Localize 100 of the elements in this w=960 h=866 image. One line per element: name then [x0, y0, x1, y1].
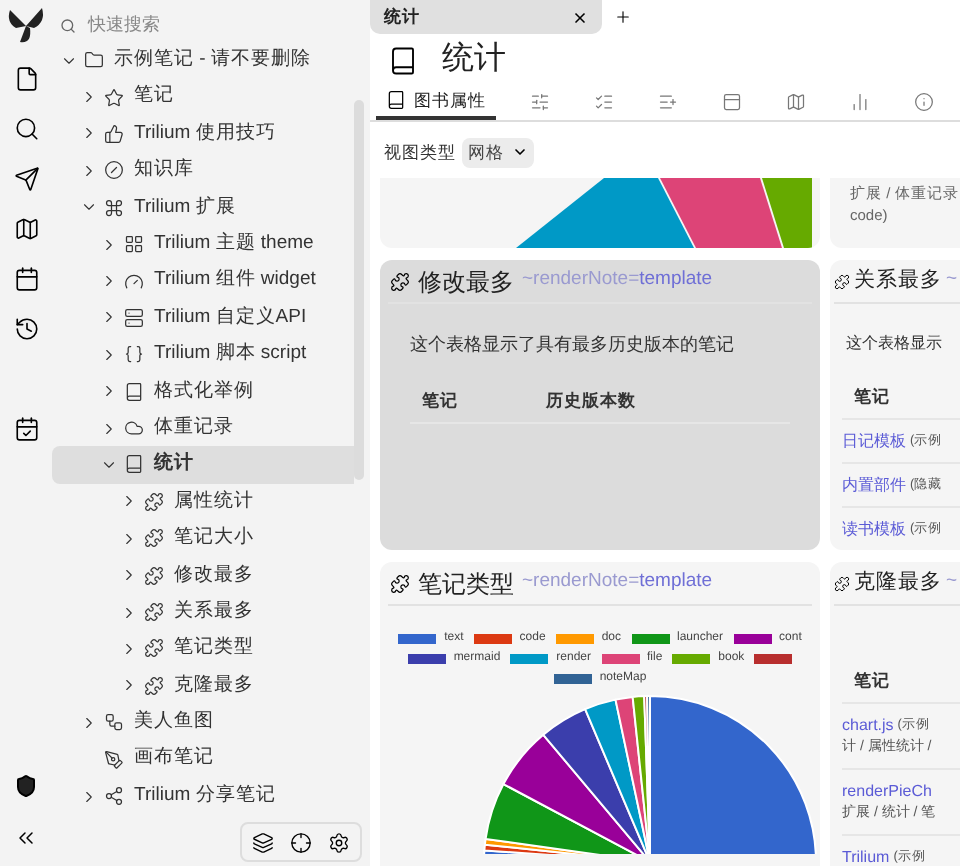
tree-item[interactable]: 克隆最多 [52, 667, 354, 705]
list-plus-icon [658, 92, 678, 112]
tree-item[interactable]: 笔记类型 [52, 630, 354, 668]
column-header: 历史版本数 [546, 387, 636, 413]
tree-item[interactable]: 体重记录 [52, 409, 354, 447]
note-link[interactable]: 日记模板 [842, 429, 906, 453]
puzzle-icon [390, 573, 410, 593]
search-icon[interactable] [13, 116, 39, 142]
column-header: 笔记 [420, 387, 460, 413]
tree-item[interactable]: Trilium 分享笔记 [52, 777, 354, 815]
flowchart-icon [104, 712, 124, 733]
tree-item[interactable]: Trilium 使用技巧 [52, 115, 354, 153]
shield-icon[interactable] [14, 774, 38, 798]
puzzle-icon [144, 528, 164, 549]
tree-item[interactable]: Trilium 扩展 [52, 189, 354, 226]
chevron-right-icon[interactable] [80, 787, 98, 805]
card-title[interactable]: 笔记类型 [418, 565, 514, 601]
tree-item[interactable]: Trilium 组件 widget [52, 262, 354, 300]
ribbon-tab[interactable]: 图书属性 [376, 84, 496, 120]
panel-icon [722, 92, 742, 112]
tree-item-label: 统计 [154, 450, 194, 479]
attribute-name: ~ [946, 266, 958, 295]
tree-item[interactable]: 笔记 [52, 78, 354, 116]
bar-chart-icon [850, 92, 870, 112]
tree-item[interactable]: 示例笔记 - 请不要删除 [52, 42, 354, 79]
book-icon [388, 45, 418, 75]
tree-item[interactable]: 属性统计 [52, 483, 354, 521]
puzzle-icon [144, 565, 164, 586]
puzzle-icon [144, 602, 164, 623]
chevron-right-icon[interactable] [80, 713, 98, 732]
tree-item-label: Trilium 脚本 script [154, 340, 307, 369]
tree-item[interactable]: 笔记大小 [52, 520, 354, 557]
puzzle-icon [390, 271, 410, 291]
tree-item-label: 示例笔记 - 请不要删除 [114, 46, 311, 75]
close-icon[interactable] [572, 9, 588, 25]
card-title[interactable]: 关系最多 [854, 265, 942, 297]
calendar-icon[interactable] [13, 416, 39, 442]
tree-item[interactable]: 关系最多 [52, 593, 354, 631]
note-tab[interactable]: 统计 [370, 0, 602, 34]
attribute-name: ~renderNote= [522, 266, 640, 295]
attribute-name: ~ [946, 568, 958, 597]
list-check-icon [594, 92, 614, 112]
calendar-icon[interactable] [13, 266, 39, 292]
circle-slash-icon [104, 160, 124, 181]
tree-item-label: 知识库 [134, 156, 194, 185]
column-header: 笔记 [852, 384, 892, 410]
puzzle-icon [144, 675, 164, 696]
tree-item[interactable]: 修改最多 [52, 556, 354, 594]
tree-logo-icon[interactable] [4, 6, 48, 46]
info-icon [914, 92, 934, 112]
note-title[interactable]: 统计 [442, 36, 506, 84]
tree-item-label: 笔记类型 [174, 634, 254, 663]
tree-item-label: Trilium 使用技巧 [134, 119, 276, 148]
tree-item-label: 修改最多 [174, 561, 254, 590]
new-tab-icon[interactable] [614, 8, 632, 26]
book-icon [386, 90, 406, 110]
pen-icon [104, 749, 124, 770]
card-title[interactable]: 克隆最多 [854, 567, 942, 599]
share-icon [104, 786, 124, 806]
tree-item-label: Trilium 扩展 [134, 193, 236, 222]
note-link[interactable]: 内置部件 [842, 473, 906, 497]
tree-item[interactable]: Trilium 脚本 script [52, 336, 354, 374]
send-icon[interactable] [13, 166, 39, 192]
crosshair-icon[interactable] [290, 831, 312, 853]
tree-item[interactable]: Trilium 主题 theme [52, 225, 354, 263]
note-link[interactable]: chart.js [842, 713, 894, 738]
tree-item[interactable]: 美人鱼图 [52, 704, 354, 741]
tree-item[interactable]: 统计 [52, 446, 354, 484]
tree-item-label: 笔记大小 [174, 524, 254, 553]
card-description: 这个表格显示 [844, 332, 944, 356]
note-link[interactable]: Trilium [842, 845, 890, 866]
tree-item[interactable]: 格式化举例 [52, 373, 354, 410]
tree-item[interactable]: Trilium 自定义API [52, 299, 354, 337]
tree-item[interactable]: 画布笔记 [52, 740, 354, 778]
history-icon[interactable] [13, 316, 39, 342]
puzzle-icon [834, 273, 850, 289]
tree-item-label: 美人鱼图 [134, 708, 214, 737]
tree-item[interactable]: 知识库 [52, 152, 354, 190]
tree-item-label: 体重记录 [154, 413, 234, 442]
tree-item-label: 克隆最多 [174, 671, 254, 700]
view-type-label: 视图类型 [384, 139, 456, 165]
collapse-icon[interactable] [14, 826, 38, 850]
thumbs-up-icon [104, 123, 124, 144]
tree-item-label: 属性统计 [174, 487, 254, 516]
tree-item-label: 关系最多 [174, 597, 254, 626]
tree-item-label: 画布笔记 [134, 744, 214, 773]
note-link[interactable]: 读书模板 [842, 517, 906, 541]
settings-icon[interactable] [328, 831, 350, 853]
new-note-icon[interactable] [13, 66, 39, 92]
view-type-select[interactable]: 网格 [462, 137, 534, 167]
command-icon [104, 197, 124, 218]
note-link[interactable]: renderPieCh [842, 779, 932, 804]
book-icon [124, 454, 144, 475]
gauge-icon [124, 271, 144, 292]
attribute-value[interactable]: template [639, 568, 713, 598]
layers-icon[interactable] [252, 831, 274, 853]
map-icon[interactable] [13, 216, 39, 242]
star-icon [104, 87, 124, 108]
sliders-icon [530, 92, 550, 112]
card-title[interactable]: 修改最多 [418, 263, 514, 299]
